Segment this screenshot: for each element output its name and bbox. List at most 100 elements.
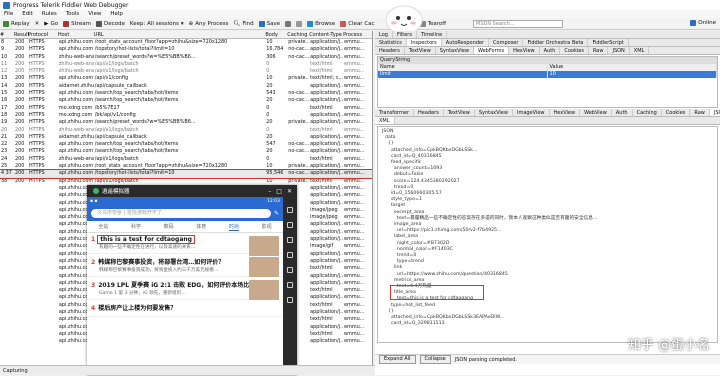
table-row[interactable]: 38 200 HTTPS api.zhihu.com/api/v1/logs/batc… bbox=[0, 178, 372, 185]
menu-item-edit[interactable]: Edit bbox=[22, 11, 33, 17]
keep-sessions-dropdown[interactable]: Keep: All sessions ▾ bbox=[130, 21, 184, 27]
collapse-button[interactable]: Collapse bbox=[419, 355, 451, 364]
table-row[interactable]: 8 200 HTTPS api.zhihu.com/root_stats_accoun… bbox=[0, 39, 372, 46]
table-row[interactable]: 20 200HTTPS zhihu-web-analytics.z.../api/v… bbox=[0, 127, 372, 134]
find-button[interactable]: 🔍︎ Find bbox=[233, 21, 253, 27]
tab-statistics[interactable]: Statistics bbox=[375, 39, 407, 46]
table-row[interactable]: 16 200 HTTPS api.zhihu.com/search/top_searc… bbox=[0, 97, 372, 104]
pen-icon[interactable]: ✎ bbox=[274, 210, 279, 217]
tab-log[interactable]: Log bbox=[375, 31, 393, 38]
tab-auth[interactable]: Auth bbox=[612, 109, 633, 116]
zhihu-tab[interactable]: 科学 bbox=[131, 223, 141, 230]
table-row[interactable]: 15 200 HTTPS api.zhihu.com/search/top_searc… bbox=[0, 90, 372, 97]
menu-item-rules[interactable]: Rules bbox=[42, 11, 57, 17]
tab-raw[interactable]: Raw bbox=[690, 109, 710, 116]
column-header[interactable]: Protocol bbox=[28, 32, 58, 38]
tab-webview[interactable]: WebView bbox=[580, 109, 612, 116]
remove-button[interactable]: ✕ bbox=[35, 21, 40, 27]
location-icon[interactable] bbox=[287, 267, 293, 273]
zhihu-tab[interactable]: 数码 bbox=[164, 223, 174, 230]
tab-xml[interactable]: XML bbox=[630, 47, 650, 54]
folder-icon[interactable] bbox=[287, 282, 293, 288]
table-row[interactable]: 19 200 HTTPS api.zhihu.com/search/preset_wo… bbox=[0, 119, 372, 126]
tab-json[interactable]: JSON bbox=[608, 47, 630, 54]
column-header[interactable]: Body bbox=[265, 32, 287, 38]
table-row[interactable]: 10 200HTTPS zhihu-web-analytics.z.../searc… bbox=[0, 54, 372, 61]
tab-transformer[interactable]: Transformer bbox=[375, 109, 415, 116]
hot-list-item[interactable]: 1 this is a test for cdtaogang 有趣的一些不确定性在进… bbox=[87, 233, 283, 256]
tab-textview[interactable]: TextView bbox=[444, 109, 475, 116]
zhihu-tab[interactable]: 全站 bbox=[98, 223, 108, 230]
zhihu-tab[interactable]: 影视 bbox=[262, 223, 272, 230]
tab-auth[interactable]: Auth bbox=[540, 47, 561, 54]
table-row[interactable]: 4 37 200 HTTPS api.zhihu.com/topstory/hot-l… bbox=[0, 169, 372, 179]
keyboard-icon[interactable] bbox=[287, 207, 293, 213]
maximize-icon[interactable]: □ bbox=[276, 188, 282, 195]
table-row[interactable]: 17 200 HTTPS mo.xdng.com/b5%7E17 0 text/html e… bbox=[0, 105, 372, 112]
zhihu-tab[interactable]: 体育 bbox=[196, 223, 206, 230]
column-header[interactable]: URL bbox=[94, 32, 266, 38]
table-row[interactable]: 13 200 HTTPS api.zhihu.com/api/v1/config 10 p… bbox=[0, 75, 372, 82]
column-header[interactable]: # bbox=[0, 32, 14, 38]
column-header[interactable]: Content-Type bbox=[309, 32, 343, 38]
zhihu-tab[interactable]: 时尚 bbox=[228, 223, 239, 231]
hot-list-item[interactable]: 4 楼后房产让上楼为何要发售？ bbox=[87, 300, 283, 317]
tab-syntaxview[interactable]: SyntaxView bbox=[436, 47, 474, 54]
menu-item-view[interactable]: View bbox=[88, 11, 101, 17]
more-icon[interactable] bbox=[287, 297, 293, 303]
tab-xml[interactable]: XML bbox=[375, 117, 395, 124]
close-icon[interactable]: ✕ bbox=[287, 188, 292, 195]
replay-button[interactable]: Replay bbox=[3, 20, 30, 27]
table-row[interactable]: 24 200HTTPS zhihu-web-analytics.z.../api/v… bbox=[0, 156, 372, 163]
querystring-row[interactable]: limit 10 bbox=[378, 71, 717, 78]
stream-button[interactable]: Stream bbox=[63, 20, 91, 27]
tab-cookies[interactable]: Cookies bbox=[662, 109, 691, 116]
any-process-button[interactable]: ⊕ Any Process bbox=[189, 21, 229, 27]
table-row[interactable]: 18 200 HTTPS mo.xdng.com/bk/api/v1/config 0 a… bbox=[0, 112, 372, 119]
timer-button[interactable] bbox=[296, 20, 303, 27]
msdn-search-input[interactable]: MSDN Search... bbox=[473, 20, 563, 28]
minimize-icon[interactable]: – bbox=[268, 188, 271, 195]
hot-list-item[interactable]: 3 2019 LPL 夏季赛 iG 2:1 击败 EDG，如何评价本场比赛？ Gam… bbox=[87, 277, 283, 300]
tab-json[interactable]: JSON bbox=[709, 109, 720, 116]
table-row[interactable]: 22 200 HTTPS api.zhihu.com/search/top_searc… bbox=[0, 141, 372, 148]
menu-item-file[interactable]: File bbox=[4, 11, 13, 17]
browse-button[interactable]: Browse bbox=[307, 20, 335, 27]
decode-button[interactable]: Decode bbox=[96, 20, 125, 27]
tab-fiddlerscript[interactable]: FiddlerScript bbox=[588, 39, 629, 46]
online-indicator[interactable]: Online bbox=[690, 20, 716, 26]
tab-filters[interactable]: Filters bbox=[393, 31, 417, 38]
tab-imageview[interactable]: ImageView bbox=[513, 109, 550, 116]
tab-autoresponder[interactable]: AutoResponder bbox=[442, 39, 490, 46]
tab-textview[interactable]: TextView bbox=[405, 47, 436, 54]
tab-composer[interactable]: Composer bbox=[489, 39, 524, 46]
tab-timeline[interactable]: Timeline bbox=[417, 31, 448, 38]
tab-raw[interactable]: Raw bbox=[589, 47, 609, 54]
menu-item-tools[interactable]: Tools bbox=[66, 11, 80, 17]
tab-headers[interactable]: Headers bbox=[375, 47, 405, 54]
tab-webforms[interactable]: WebForms bbox=[473, 47, 510, 54]
table-row[interactable]: 12 200HTTPS zhihu-web-analytics.z.../api/v… bbox=[0, 68, 372, 75]
screenshot-icon[interactable] bbox=[287, 237, 293, 243]
tree-node[interactable]: card_id=Q_329811513 bbox=[382, 321, 713, 327]
tab-hexview[interactable]: HexView bbox=[509, 47, 540, 54]
tab-caching[interactable]: Caching bbox=[633, 109, 662, 116]
tab-fiddler-orchestra-beta[interactable]: Fiddler Orchestra Beta bbox=[523, 39, 589, 46]
expand-all-button[interactable]: Expand All bbox=[379, 355, 416, 364]
screenshot-button[interactable] bbox=[285, 20, 292, 27]
go-button[interactable]: ▶ Go bbox=[44, 21, 58, 27]
tab-cookies[interactable]: Cookies bbox=[560, 47, 589, 54]
column-header[interactable]: Caching bbox=[287, 32, 309, 38]
table-row[interactable]: 14 200HTTPS aidarnet.zhihu.com/api/capsule… bbox=[0, 83, 372, 90]
column-header[interactable]: Process bbox=[343, 32, 372, 38]
table-row[interactable]: 9 200 HTTPS api.zhihu.com/topstory/hot-list… bbox=[0, 46, 372, 53]
clear-cache-button[interactable]: Clear Cac bbox=[340, 20, 375, 27]
zhihu-search-input[interactable]: 义乌市夸张 | 冒险游戏开不了 bbox=[91, 208, 271, 218]
hot-list-item[interactable]: 2 韩媒称巴黎赛事投资，将部署台湾…如何评价？ 韩媒称巴黎赛事投资成功，将资金投入约… bbox=[87, 254, 283, 277]
tab-syntaxview[interactable]: SyntaxView bbox=[475, 109, 513, 116]
tab-inspectors[interactable]: Inspectors bbox=[406, 39, 442, 46]
table-row[interactable]: 11 200HTTPS zhihu-web-analytics.z.../api/v… bbox=[0, 61, 372, 68]
table-row[interactable]: 21 200HTTPS aidarnet.zhihu.com/api/capsule… bbox=[0, 134, 372, 141]
volume-icon[interactable] bbox=[287, 222, 293, 228]
rotate-icon[interactable] bbox=[287, 252, 293, 258]
